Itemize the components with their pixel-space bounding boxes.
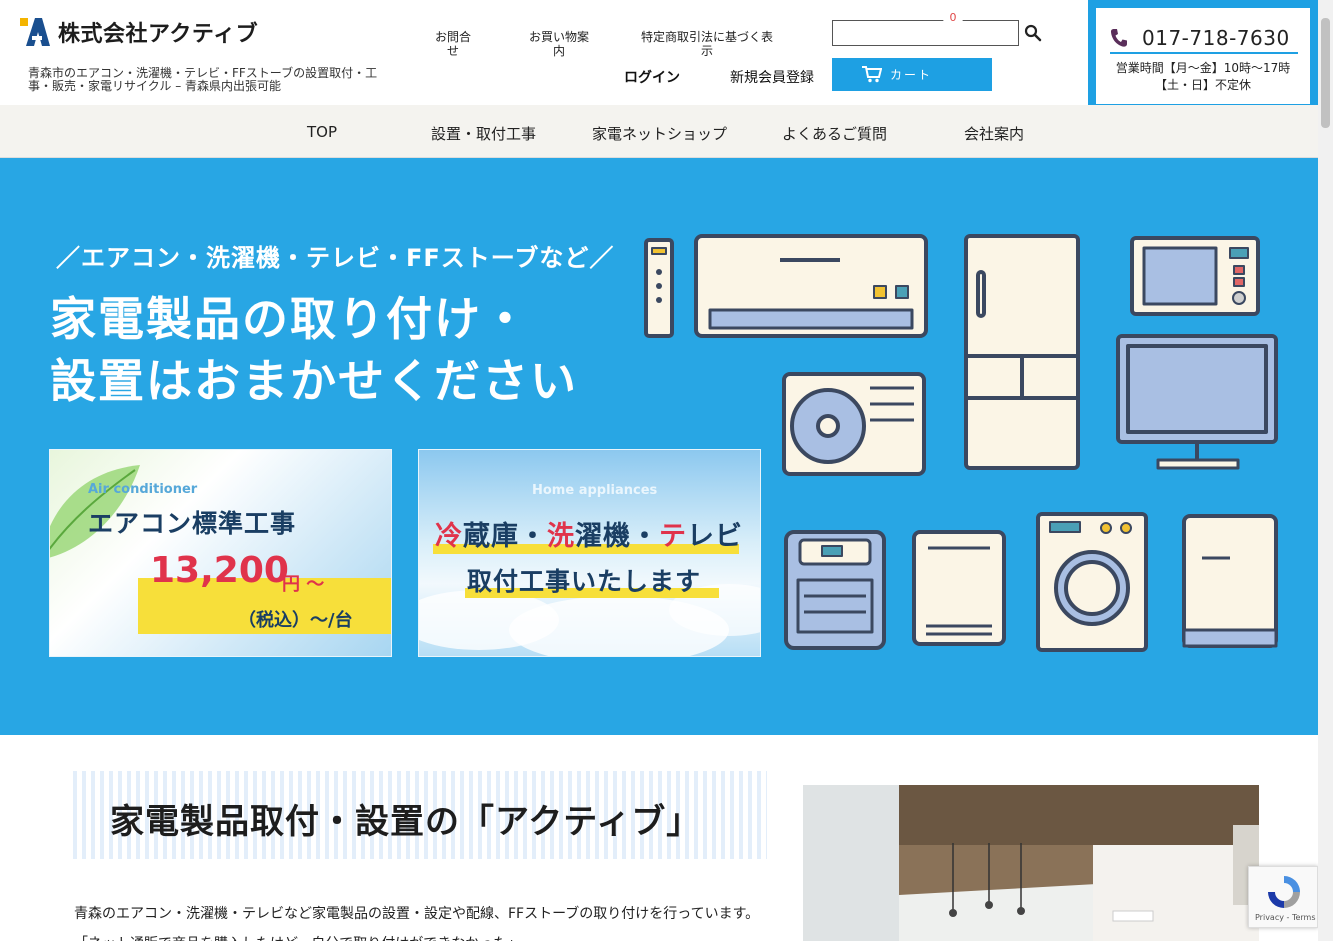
promo-aircon-tax: （税込）～/台 — [238, 610, 353, 631]
hero-subtitle: ／エアコン・洗濯機・テレビ・FFストーブなど／ — [56, 244, 615, 272]
cart-count-badge: 0 — [943, 9, 963, 27]
intro-text-2: 「ネット通販で商品を購入したけど、自分で取り付けができなかった」 — [74, 933, 521, 941]
search-icon[interactable] — [1024, 24, 1042, 42]
hero-title-line1: 家電製品の取り付け・ — [50, 292, 530, 346]
promo-aircon-title: エアコン標準工事 — [88, 509, 297, 538]
nav-item-shop[interactable]: 家電ネットショップ — [592, 123, 727, 144]
logo-icon — [20, 18, 50, 46]
scrollbar-thumb[interactable] — [1321, 18, 1330, 128]
page-scrollbar[interactable] — [1318, 0, 1333, 941]
outdoor-unit-icon — [782, 372, 926, 476]
search-input[interactable] — [832, 20, 1019, 46]
nav-item-top[interactable]: TOP — [307, 123, 337, 141]
hours-weekday: 営業時間【月～金】10時～17時 — [1115, 61, 1291, 75]
site-tagline: 青森市のエアコン・洗濯機・テレビ・FFストーブの設置取付・工事・販売・家電リサイ… — [28, 66, 378, 93]
heater-icon — [784, 530, 886, 650]
room-photo — [803, 785, 1259, 941]
recaptcha-badge[interactable]: Privacy - Terms — [1248, 866, 1318, 928]
promo-aircon[interactable]: Air conditioner エアコン標準工事 13,200 円 ～ （税込）… — [49, 449, 392, 657]
contact-box: 017-718-7630 営業時間【月～金】10時～17時 【土・日】不定休 — [1088, 0, 1318, 112]
recaptcha-links[interactable]: Privacy - Terms — [1255, 913, 1316, 922]
business-hours: 営業時間【月～金】10時～17時 【土・日】不定休 — [1096, 60, 1310, 94]
company-name: 株式会社アクティブ — [58, 22, 259, 47]
hero-title: 家電製品の取り付け・ 設置はおまかせください — [50, 288, 578, 412]
shopping-guide-link[interactable]: お買い物案内 — [526, 30, 592, 58]
tv-icon — [1116, 334, 1278, 470]
cart-icon — [862, 66, 882, 83]
hero-title-line2: 設置はおまかせください — [50, 354, 578, 408]
main-nav: TOP 設置・取付工事 家電ネットショップ よくあるご質問 会社案内 — [0, 105, 1318, 158]
microwave-icon — [1130, 236, 1260, 316]
nav-item-installation[interactable]: 設置・取付工事 — [431, 123, 536, 144]
intro-text: 青森のエアコン・洗濯機・テレビなど家電製品の設置・設定や配線、FFストーブの取り… — [74, 906, 760, 922]
legal-notice-link[interactable]: 特定商取引法に基づく表示 — [640, 30, 774, 58]
promo-aircon-price: 13,200 — [150, 550, 289, 591]
air-conditioner-icon — [694, 234, 928, 338]
nav-item-faq[interactable]: よくあるご質問 — [782, 123, 887, 144]
nav-item-company[interactable]: 会社案内 — [964, 123, 1024, 144]
water-heater-icon — [912, 530, 1006, 646]
washing-machine-icon — [1036, 512, 1148, 652]
phone-row[interactable]: 017-718-7630 — [1110, 24, 1298, 54]
hours-weekend: 【土・日】不定休 — [1154, 78, 1251, 92]
site-logo[interactable]: 株式会社アクティブ — [20, 16, 258, 48]
highlight-char: 冷 — [435, 521, 463, 552]
line1-text: 蔵庫・ — [463, 521, 547, 552]
login-link[interactable]: ログイン — [624, 67, 680, 87]
promo-aircon-unit: 円 ～ — [282, 574, 325, 595]
intro-title: 家電製品取付・設置の「アクティブ」 — [110, 802, 702, 842]
phone-icon — [1110, 29, 1127, 47]
phone-number: 017-718-7630 — [1142, 26, 1290, 50]
refrigerator-icon — [964, 234, 1080, 470]
cart-label: カート — [890, 68, 933, 82]
hero-banner: ／エアコン・洗濯機・テレビ・FFストーブなど／ 家電製品の取り付け・ 設置はおま… — [0, 158, 1318, 735]
router-icon — [644, 238, 674, 338]
appliances-illustration — [644, 234, 1278, 652]
promo-aircon-en: Air conditioner — [88, 482, 198, 497]
page: 株式会社アクティブ 青森市のエアコン・洗濯機・テレビ・FFストーブの設置取付・工… — [0, 0, 1333, 941]
register-link[interactable]: 新規会員登録 — [730, 67, 814, 87]
cart-button[interactable]: カート — [832, 58, 992, 91]
inquiry-link[interactable]: お問合せ — [430, 30, 476, 58]
highlight-char: 洗 — [547, 521, 575, 552]
dehumidifier-icon — [1182, 514, 1278, 648]
recaptcha-icon — [1268, 876, 1300, 908]
